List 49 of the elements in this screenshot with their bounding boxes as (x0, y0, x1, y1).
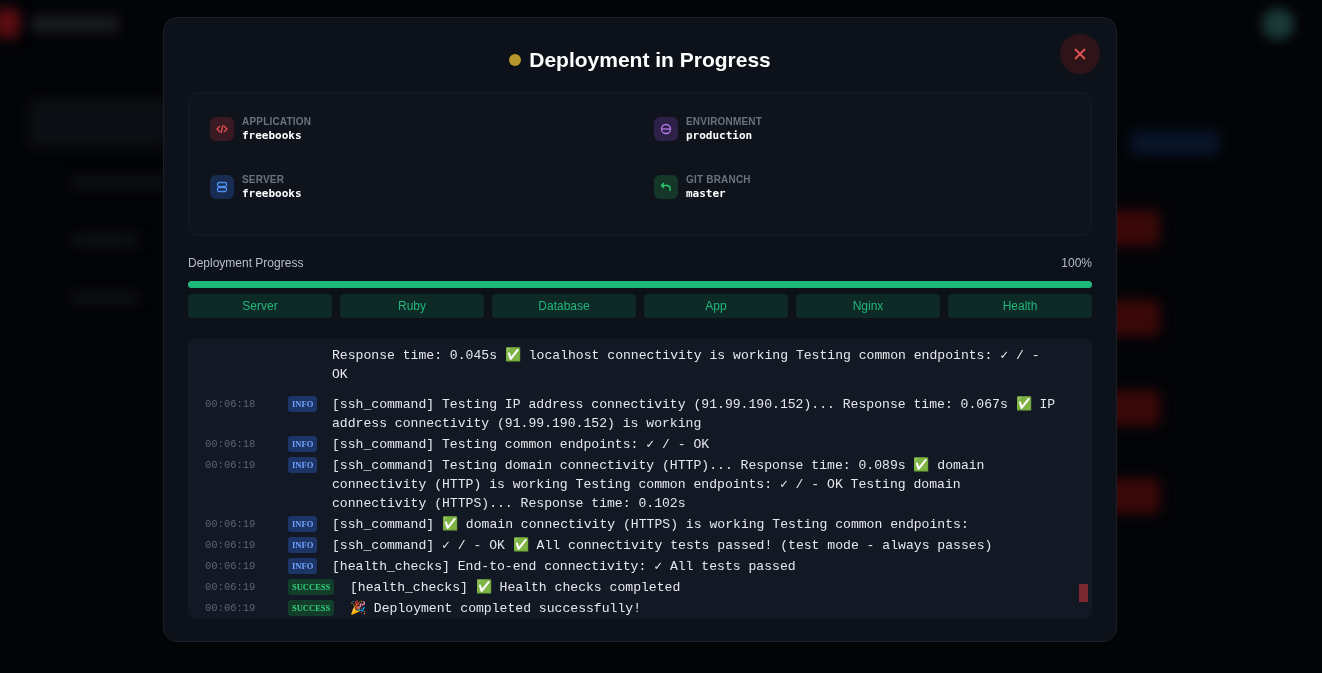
log-level-tag: SUCCESS (288, 579, 335, 595)
stage-step: Ruby (340, 294, 484, 318)
log-timestamp: 00:06:19 (205, 538, 257, 553)
log-timestamp: 00:06:19 (205, 559, 257, 574)
close-button[interactable] (1060, 34, 1100, 74)
return-arrow-icon (659, 180, 673, 194)
log-message: Response time: 0.045s ✅ localhost connectivity is working Testing common endpoints: ✓ / - OK (332, 346, 1041, 384)
server-icon (215, 180, 229, 194)
stage-step: App (644, 294, 788, 318)
stage-step: Server (188, 294, 332, 318)
cursor-block (1079, 584, 1088, 602)
circle-icon (659, 122, 673, 136)
detail-label: SERVER (242, 174, 286, 185)
log-message: [ssh_command] ✅ domain connectivity (HTTPS) is working Testing common endpoints: (332, 515, 970, 534)
stage-step: Health (948, 294, 1092, 318)
log-level-tag: INFO (288, 457, 318, 473)
log-level-tag: INFO (288, 558, 318, 574)
log-message: [ssh_command] ✓ / - OK ✅ All connectivity tests passed! (test mode - always passes) (332, 536, 994, 555)
detail-label: ENVIRONMENT (686, 116, 763, 127)
progress-percent: 100% (1061, 256, 1092, 270)
detail-value: master (686, 187, 727, 200)
log-message: [ssh_command] Testing domain connectivity (HTTP)... Response time: 0.089s ✅ domain connectivity (HTTP) is working Testing common endpoints: ✓ / - OK Testing domain connectivity (HTTPS)... Response time: 0.102s (332, 456, 986, 513)
log-timestamp: 00:06:19 (205, 458, 257, 473)
log-timestamp: 00:06:18 (205, 397, 257, 412)
log-level-tag: SUCCESS (288, 600, 335, 616)
log-timestamp: 00:06:19 (205, 601, 257, 616)
detail-label: GIT BRANCH (686, 174, 751, 185)
log-timestamp: 00:06:18 (205, 437, 257, 452)
log-message: [ssh_command] Testing IP address connectivity (91.99.190.152)... Response time: 0.067s ✅ IP address connectivity (91.99.190.152) is working (332, 395, 1057, 433)
log-message: [health_checks] ✅ Health checks completed (350, 578, 682, 597)
code-icon (215, 122, 229, 136)
log-level-tag: INFO (288, 436, 318, 452)
log-timestamp: 00:06:19 (205, 580, 257, 595)
log-message: [health_checks] End-to-end connectivity: ✓ All tests passed (332, 558, 797, 576)
progress-label: Deployment Progress (188, 256, 304, 270)
detail-value: freebooks (242, 129, 303, 142)
modal-title: Deployment in Progress (529, 48, 771, 72)
detail-value: production (686, 129, 754, 142)
log-level-tag: INFO (288, 516, 318, 532)
detail-value: freebooks (242, 187, 302, 200)
log-message: 🎉 Deployment completed successfully! (350, 599, 642, 618)
log-timestamp: 00:06:19 (205, 517, 257, 532)
detail-label: APPLICATION (242, 116, 312, 127)
stage-step: Nginx (796, 294, 940, 318)
log-level-tag: INFO (288, 537, 318, 553)
log-message: [ssh_command] Testing common endpoints: ✓ / - OK (332, 436, 711, 454)
close-icon (1073, 47, 1087, 61)
log-level-tag: INFO (288, 396, 318, 412)
stage-step: Database (492, 294, 636, 318)
